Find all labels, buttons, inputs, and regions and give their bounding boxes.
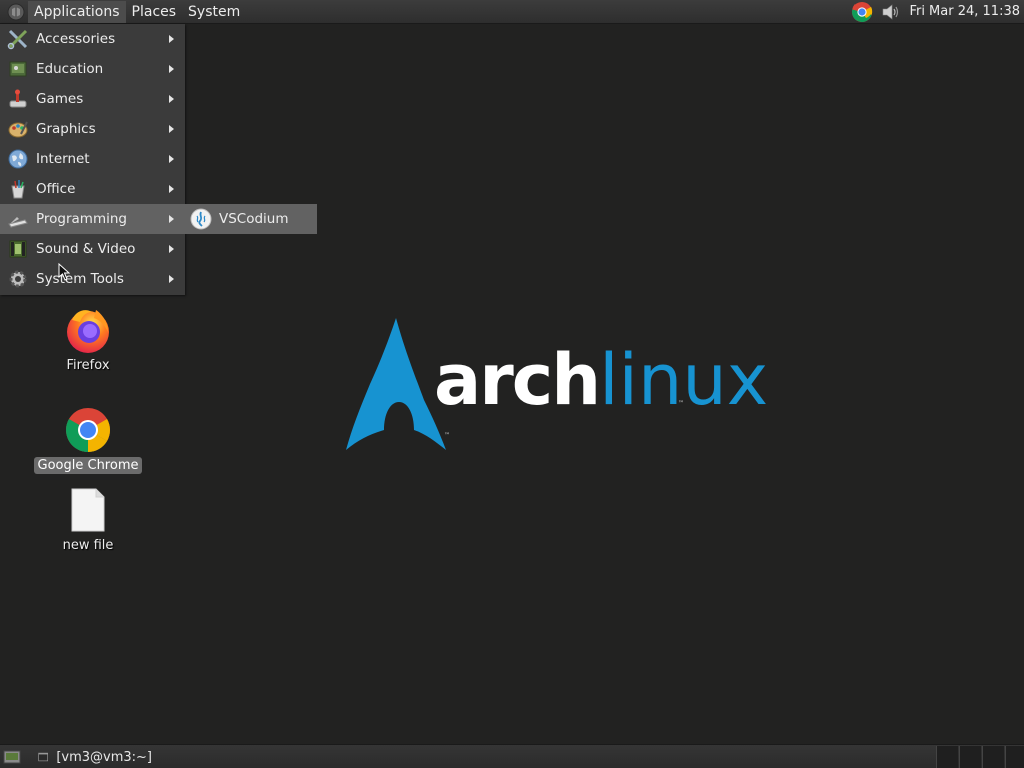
menu-item-office[interactable]: Office	[0, 174, 185, 204]
menu-item-sound-video[interactable]: Sound & Video	[0, 234, 185, 264]
menu-item-graphics[interactable]: Graphics	[0, 114, 185, 144]
vscodium-icon	[190, 208, 212, 230]
applications-dropdown: Accessories Education Games Graphics Int…	[0, 24, 185, 295]
desktop-icon-label: Firefox	[66, 358, 110, 373]
office-icon	[7, 178, 29, 200]
internet-icon	[7, 148, 29, 170]
menu-item-label: Office	[36, 181, 76, 197]
wordmark-linux: linux	[599, 339, 769, 421]
programming-submenu: VSCodium	[185, 204, 317, 234]
mouse-cursor-icon	[58, 263, 70, 281]
file-icon	[64, 486, 112, 534]
taskbar-item-terminal[interactable]: [vm3@vm3:~]	[34, 746, 152, 768]
submenu-arrow-icon	[169, 245, 174, 253]
menu-item-label: Education	[36, 61, 104, 77]
submenu-arrow-icon	[169, 95, 174, 103]
taskbar-item-label: [vm3@vm3:~]	[56, 749, 152, 765]
desktop-icon-label: new file	[62, 538, 114, 553]
chrome-icon[interactable]	[851, 1, 873, 23]
show-desktop-icon	[3, 750, 21, 764]
education-icon	[7, 58, 29, 80]
submenu-arrow-icon	[169, 155, 174, 163]
volume-icon[interactable]	[879, 1, 901, 23]
desktop-icon-firefox[interactable]: Firefox	[33, 306, 143, 384]
menu-item-system-tools[interactable]: System Tools	[0, 264, 185, 294]
workspace-1[interactable]	[936, 746, 958, 768]
games-icon	[7, 88, 29, 110]
desktop-icon-google-chrome[interactable]: Google Chrome	[33, 406, 143, 484]
applications-menu[interactable]: Applications	[28, 0, 126, 23]
menu-item-label: Games	[36, 91, 84, 107]
menu-item-label: System Tools	[36, 271, 124, 287]
tray-area: Fri Mar 24, 11:38	[851, 0, 1024, 24]
menu-item-label: Internet	[36, 151, 90, 167]
menu-item-programming[interactable]: Programming	[0, 204, 185, 234]
workspace-2[interactable]	[959, 746, 981, 768]
bottom-panel: [vm3@vm3:~]	[0, 744, 1024, 768]
arch-linux-wordmark: archlinux	[434, 330, 768, 430]
programming-icon	[7, 208, 29, 230]
sound-video-icon	[7, 238, 29, 260]
workspace-3[interactable]	[982, 746, 1004, 768]
submenu-arrow-icon	[169, 125, 174, 133]
gnome-foot-icon[interactable]	[4, 1, 28, 23]
desktop-icon-label: Google Chrome	[33, 457, 143, 474]
menu-item-games[interactable]: Games	[0, 84, 185, 114]
workspace-4[interactable]	[1005, 746, 1024, 768]
menu-item-label: VSCodium	[219, 211, 289, 227]
menu-item-accessories[interactable]: Accessories	[0, 24, 185, 54]
menu-item-education[interactable]: Education	[0, 54, 185, 84]
menu-item-label: Programming	[36, 211, 127, 227]
menu-item-label: Graphics	[36, 121, 96, 137]
submenu-arrow-icon	[169, 275, 174, 283]
chrome-icon	[64, 406, 112, 454]
show-desktop-button[interactable]	[2, 748, 22, 766]
arch-linux-logo: archlinux ™ ™	[344, 314, 768, 456]
menu-item-vscodium[interactable]: VSCodium	[185, 204, 317, 234]
submenu-arrow-icon	[169, 185, 174, 193]
graphics-icon	[7, 118, 29, 140]
terminal-icon	[38, 752, 49, 762]
trademark-symbol: ™	[678, 400, 684, 407]
system-menu[interactable]: System	[182, 1, 246, 23]
trademark-symbol: ™	[444, 432, 450, 439]
menu-item-internet[interactable]: Internet	[0, 144, 185, 174]
top-panel: Applications Places System Fri Mar 24, 1…	[0, 0, 1024, 24]
places-menu[interactable]: Places	[126, 1, 183, 23]
menu-item-label: Sound & Video	[36, 241, 136, 257]
submenu-arrow-icon	[169, 65, 174, 73]
menu-item-label: Accessories	[36, 31, 116, 47]
system-tools-icon	[7, 268, 29, 290]
desktop-icon-new-file[interactable]: new file	[33, 486, 143, 564]
submenu-arrow-icon	[169, 35, 174, 43]
submenu-arrow-icon	[169, 215, 174, 223]
wordmark-arch: arch	[434, 339, 601, 421]
firefox-icon	[64, 306, 112, 354]
clock[interactable]: Fri Mar 24, 11:38	[901, 4, 1024, 19]
accessories-icon	[7, 28, 29, 50]
